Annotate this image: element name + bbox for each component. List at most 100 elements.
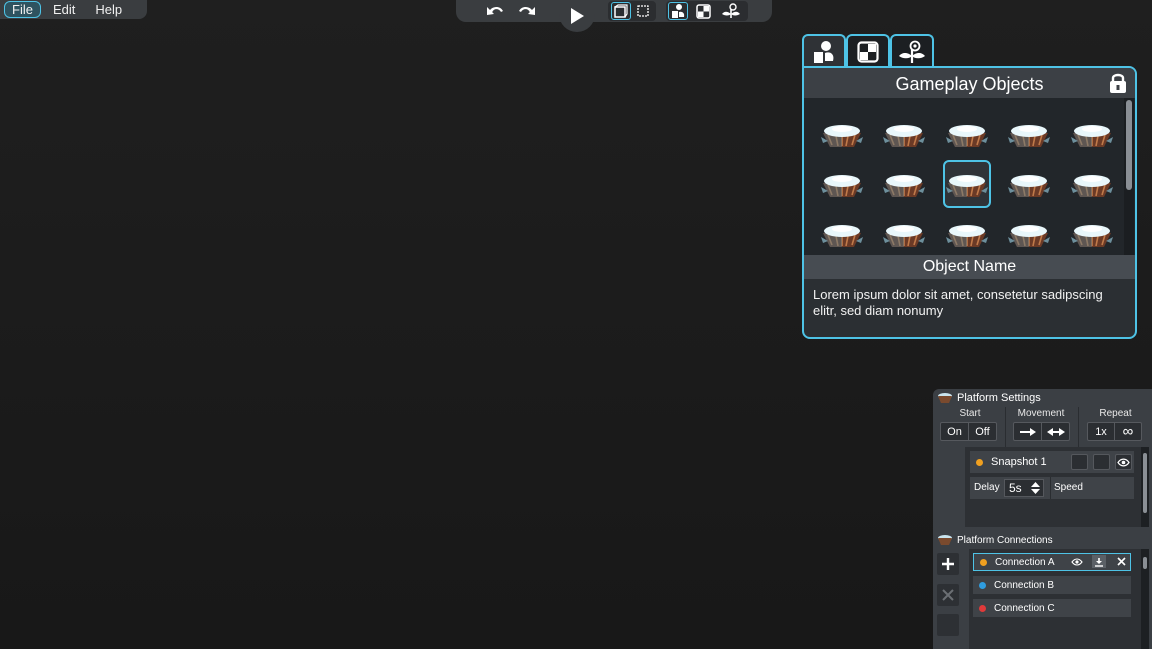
view-mode-group [608,1,656,21]
platform-object-icon [1008,225,1051,247]
objects-grid [804,98,1135,255]
repeat-once-button[interactable]: 1x [1088,423,1114,440]
delay-stepper[interactable]: 5s [1004,479,1044,497]
platform-settings-panel: Platform Settings Start Movement Repeat … [933,389,1152,649]
object-tile[interactable] [943,110,991,158]
play-icon [571,8,584,24]
snapshot-name: Snapshot 1 [991,456,1047,468]
object-tile[interactable] [1068,210,1116,255]
object-tile[interactable] [880,210,928,255]
object-tile[interactable] [818,110,866,158]
connection-list: Connection A Connection B Connection C [969,549,1141,649]
delay-row: Delay 5s Speed [970,477,1134,499]
connection-extra-button[interactable] [937,614,959,636]
platform-settings-header: Platform Settings [937,391,1041,405]
connection-item[interactable]: Connection C [973,599,1131,617]
platform-icon [938,535,952,545]
checker-tab[interactable] [846,34,890,68]
object-tile[interactable] [942,160,991,208]
platform-object-icon [883,175,926,197]
platform-object-icon [1070,125,1113,147]
start-off-button[interactable]: Off [969,423,996,440]
menu-file[interactable]: File [4,1,41,18]
snapshot-option-button[interactable] [1093,454,1110,470]
view-3d-icon[interactable] [611,2,631,20]
checker-icon[interactable] [693,2,713,20]
download-icon[interactable] [1092,555,1106,568]
snapshot-scrollbar[interactable] [1141,447,1149,527]
objects-scrollbar[interactable] [1124,98,1134,255]
connection-scroll-thumb[interactable] [1143,557,1147,569]
repeat-label: Repeat [1099,408,1132,419]
stepper-arrows-icon[interactable] [1030,481,1041,495]
object-tile[interactable] [1005,160,1053,208]
connection-color-dot [979,581,986,589]
object-name: Object Name [804,255,1135,279]
remove-connection-button[interactable] [937,584,959,606]
object-tile[interactable] [1005,110,1053,158]
speed-label: Speed [1054,482,1083,493]
object-tile[interactable] [880,110,928,158]
snapshot-option-button[interactable] [1071,454,1088,470]
object-description: Lorem ipsum dolor sit amet, consetetur s… [813,287,1103,318]
undo-icon[interactable] [484,2,508,20]
platform-object-icon [821,175,863,197]
redo-icon[interactable] [514,2,538,20]
connection-scrollbar[interactable] [1141,549,1149,649]
object-tile[interactable] [880,160,928,208]
object-tile[interactable] [1068,160,1116,208]
add-connection-button[interactable] [937,553,959,575]
close-icon[interactable] [1114,555,1128,568]
snapshot-scroll-thumb[interactable] [1143,453,1147,513]
platform-object-icon [1008,125,1051,147]
connection-name: Connection B [994,579,1055,591]
platform-settings-title: Platform Settings [957,392,1041,404]
menu-edit[interactable]: Edit [45,2,83,17]
platform-object-icon [821,225,863,247]
movement-toggle [1013,422,1070,441]
gameplay-objects-panel: Gameplay Objects Object Name Lorem ipsum… [802,66,1137,339]
platform-object-icon [883,225,926,247]
gameplay-icon[interactable] [668,2,688,20]
connection-item[interactable]: Connection A [973,553,1131,571]
snapshot-visibility-button[interactable] [1115,454,1132,470]
platform-object-icon [821,125,863,147]
connection-color-dot [980,558,987,566]
checker-icon [857,41,879,63]
connection-item[interactable]: Connection B [973,576,1131,594]
start-on-button[interactable]: On [941,423,968,440]
platform-connections-header: Platform Connections [937,533,1053,547]
plant-icon[interactable] [718,2,744,20]
view-2d-icon[interactable] [633,2,653,20]
main-toolbar [456,0,772,32]
connection-color-dot [979,604,986,612]
platform-icon [938,393,952,403]
decoration-tab[interactable] [890,34,934,68]
objects-scroll-thumb[interactable] [1126,100,1132,190]
arrow-right-icon [1019,427,1036,436]
object-tile[interactable] [818,210,866,255]
object-tile[interactable] [818,160,866,208]
eye-icon[interactable] [1070,555,1084,568]
snapshot-row[interactable]: Snapshot 1 [970,451,1134,473]
platform-settings-options: Start Movement Repeat On Off 1x ∞ [933,407,1152,447]
object-tile[interactable] [943,210,991,255]
platform-object-icon [945,225,988,247]
snapshot-list: Snapshot 1 Delay 5s Speed [965,447,1141,527]
repeat-infinite-button[interactable]: ∞ [1115,423,1141,440]
platform-object-icon [945,125,988,147]
object-tile[interactable] [1068,110,1116,158]
panel-title-text: Gameplay Objects [895,74,1044,94]
move-back-forth-button[interactable] [1042,423,1069,440]
divider [1050,477,1051,499]
platform-object-icon [1070,225,1113,247]
object-tile[interactable] [1005,210,1053,255]
menu-help[interactable]: Help [87,2,130,17]
movement-label: Movement [1017,408,1065,419]
panel-mode-group [666,1,748,21]
gameplay-objects-tab[interactable] [802,34,846,68]
platform-object-icon [945,175,988,197]
lock-icon[interactable] [1109,72,1127,94]
start-label: Start [959,408,981,419]
move-one-way-button[interactable] [1014,423,1041,440]
